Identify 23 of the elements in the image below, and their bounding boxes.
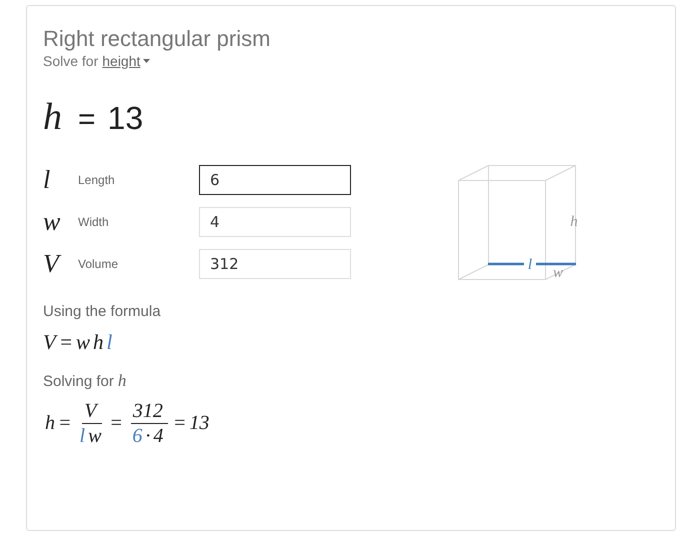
input-field[interactable]: 312 bbox=[199, 249, 351, 279]
solving-heading: Solving for bbox=[43, 373, 114, 390]
solve-for-dropdown[interactable]: height bbox=[102, 53, 150, 69]
variable-label: Width bbox=[78, 215, 110, 229]
edge-label: l bbox=[528, 257, 532, 273]
variable-label: Length bbox=[78, 173, 116, 187]
solving-symbol: h bbox=[118, 371, 126, 390]
calculator-title: Right rectangular prism bbox=[43, 26, 272, 52]
edge-label: w bbox=[553, 265, 563, 281]
result-value: 13 bbox=[108, 100, 144, 137]
input-field[interactable]: 6 bbox=[199, 165, 351, 195]
formula-heading: Using the formula bbox=[43, 303, 162, 320]
input-field[interactable]: 4 bbox=[199, 207, 351, 237]
solve-for-label: Solve for bbox=[43, 53, 98, 69]
variable-symbol: w bbox=[43, 207, 62, 237]
formula: V=wh l bbox=[43, 330, 114, 355]
variable-label: Volume bbox=[78, 257, 120, 271]
caret-icon bbox=[143, 59, 150, 63]
result-equals: = bbox=[78, 103, 96, 137]
variable-symbol: l bbox=[43, 165, 52, 195]
variable-symbol: V bbox=[43, 249, 78, 279]
edge-label: h bbox=[570, 214, 578, 230]
result-symbol: h bbox=[43, 95, 62, 139]
